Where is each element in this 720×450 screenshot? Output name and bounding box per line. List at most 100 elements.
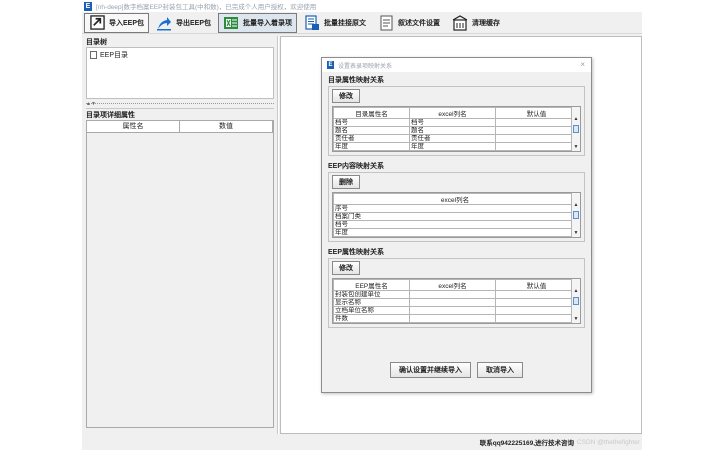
catalog-tree[interactable]: EEP目录 — [86, 47, 274, 99]
table-cell[interactable]: 题名 — [409, 126, 496, 135]
table-row[interactable]: 显示名称 — [333, 298, 578, 307]
detail-column-value[interactable]: 数值 — [180, 121, 273, 132]
table-cell[interactable]: 件数 — [333, 314, 410, 323]
eep-content-mapping-table[interactable]: excel列名 序号 档案门类 档号 年度 ▲ ▼ — [332, 192, 581, 238]
panel-splitter[interactable]: ▲▼ — [86, 101, 274, 109]
table-row[interactable]: 封装包创建单位 — [333, 290, 578, 299]
describe-settings-button[interactable]: 叙述文件设置 — [373, 13, 445, 33]
detail-column-name[interactable]: 属性名 — [87, 121, 180, 132]
section-title: EEP属性映射关系 — [328, 249, 385, 256]
batch-import-button[interactable]: 批量导入着录项 — [218, 12, 298, 33]
vertical-divider[interactable] — [277, 36, 279, 434]
table-row[interactable]: 档案门类 — [333, 212, 577, 221]
table-cell[interactable]: 封装包创建单位 — [333, 290, 410, 299]
table-cell[interactable] — [495, 298, 578, 307]
table-row[interactable]: 序号 — [333, 204, 577, 213]
export-eep-button[interactable]: 导出EEP包 — [151, 13, 216, 33]
table-header-row: 目录属性名 excel列名 默认值 — [333, 107, 578, 119]
column-header[interactable]: 默认值 — [495, 107, 578, 119]
table-row[interactable]: 件数 — [333, 314, 578, 323]
describe-settings-label: 叙述文件设置 — [398, 19, 441, 27]
scroll-up-icon[interactable]: ▲ — [572, 201, 580, 209]
clear-cache-button[interactable]: 清理缓存 — [447, 13, 505, 33]
scroll-up-icon[interactable]: ▲ — [572, 287, 580, 295]
table-row[interactable]: 档号 档号 — [333, 118, 578, 127]
table-cell[interactable] — [495, 142, 578, 151]
section-frame: 修改 目录属性名 excel列名 默认值 档号 档号 题名 题名 责任者 责任者 年度… — [328, 86, 585, 156]
table-cell[interactable]: 责任者 — [409, 134, 496, 143]
column-header[interactable]: excel列名 — [409, 279, 496, 291]
detail-table-header: 属性名 数值 — [87, 121, 273, 133]
table-cell[interactable]: 档号 — [409, 118, 496, 127]
column-header[interactable]: EEP属性名 — [333, 279, 410, 291]
eep-content-mapping-section: EEP内容映射关系 删除 excel列名 序号 档案门类 档号 年度 ▲ ▼ — [328, 162, 585, 242]
column-header[interactable]: excel列名 — [333, 193, 577, 205]
detail-label: 目录项详细属性 — [86, 112, 135, 119]
contact-text: 联系qq942225169,进行技术咨询 — [479, 440, 575, 447]
table-cell[interactable]: 题名 — [333, 126, 410, 135]
table-cell[interactable] — [495, 290, 578, 299]
table-cell[interactable] — [495, 134, 578, 143]
table-cell[interactable] — [495, 314, 578, 323]
scroll-down-icon[interactable]: ▼ — [572, 315, 580, 323]
file-icon — [90, 51, 97, 59]
batch-mount-button[interactable]: 批量挂接原文 — [299, 13, 371, 33]
table-row[interactable]: 年度 — [333, 228, 577, 237]
scroll-down-icon[interactable]: ▼ — [572, 229, 580, 237]
section-frame: 修改 EEP属性名 excel列名 默认值 封装包创建单位 显示名称 立档单位名… — [328, 258, 585, 328]
table-cell[interactable] — [495, 306, 578, 315]
table-cell[interactable] — [409, 290, 496, 299]
scroll-thumb[interactable] — [573, 125, 579, 133]
table-cell[interactable]: 年度 — [409, 142, 496, 151]
detail-table[interactable]: 属性名 数值 — [86, 120, 274, 428]
table-row[interactable]: 题名 题名 — [333, 126, 578, 135]
export-eep-label: 导出EEP包 — [176, 19, 212, 27]
table-cell[interactable]: 档号 — [333, 118, 410, 127]
table-cell[interactable]: 档号 — [333, 220, 577, 229]
scroll-thumb[interactable] — [573, 297, 579, 305]
table-scrollbar[interactable]: ▲ ▼ — [571, 193, 580, 237]
table-row[interactable]: 档号 — [333, 220, 577, 229]
table-cell[interactable] — [495, 126, 578, 135]
dialog-title-bar: E 设置表录项映射关系 × — [322, 58, 591, 72]
table-cell[interactable]: 年度 — [333, 142, 410, 151]
section-title: 目录属性映射关系 — [328, 77, 384, 84]
column-header[interactable]: 默认值 — [495, 279, 578, 291]
table-row[interactable]: 立档单位名称 — [333, 306, 578, 315]
scroll-thumb[interactable] — [573, 211, 579, 219]
scroll-up-icon[interactable]: ▲ — [572, 115, 580, 123]
catalog-mapping-table[interactable]: 目录属性名 excel列名 默认值 档号 档号 题名 题名 责任者 责任者 年度 年度 … — [332, 106, 581, 152]
splitter-arrows-icon: ▲▼ — [86, 101, 96, 107]
table-cell[interactable]: 档案门类 — [333, 212, 577, 221]
table-scrollbar[interactable]: ▲ ▼ — [571, 279, 580, 323]
table-scrollbar[interactable]: ▲ ▼ — [571, 107, 580, 151]
table-cell[interactable]: 立档单位名称 — [333, 306, 410, 315]
export-arrow-icon — [156, 15, 172, 31]
tree-item[interactable]: EEP目录 — [90, 50, 270, 60]
delete-button[interactable]: 删除 — [332, 175, 360, 189]
close-icon[interactable]: × — [580, 60, 585, 69]
edit-button[interactable]: 修改 — [332, 261, 360, 275]
table-cell[interactable]: 责任者 — [333, 134, 410, 143]
table-cell[interactable] — [409, 306, 496, 315]
confirm-button[interactable]: 确认设置并继续导入 — [390, 362, 471, 378]
column-header[interactable]: excel列名 — [409, 107, 496, 119]
table-row[interactable]: 年度 年度 — [333, 142, 578, 151]
table-cell[interactable]: 序号 — [333, 204, 577, 213]
mapping-dialog: E 设置表录项映射关系 × 目录属性映射关系 修改 目录属性名 excel列名 … — [321, 57, 592, 393]
import-eep-button[interactable]: 导入EEP包 — [84, 12, 150, 33]
table-cell[interactable] — [409, 314, 496, 323]
scroll-down-icon[interactable]: ▼ — [572, 143, 580, 151]
table-row[interactable]: 责任者 责任者 — [333, 134, 578, 143]
edit-button[interactable]: 修改 — [332, 89, 360, 103]
table-cell[interactable] — [495, 118, 578, 127]
eep-attribute-mapping-table[interactable]: EEP属性名 excel列名 默认值 封装包创建单位 显示名称 立档单位名称 件… — [332, 278, 581, 324]
catalog-mapping-section: 目录属性映射关系 修改 目录属性名 excel列名 默认值 档号 档号 题名 题名 … — [328, 76, 585, 156]
column-header[interactable]: 目录属性名 — [333, 107, 410, 119]
dialog-logo-icon: E — [327, 61, 334, 69]
table-cell[interactable]: 年度 — [333, 228, 577, 237]
table-cell[interactable] — [409, 298, 496, 307]
table-cell[interactable]: 显示名称 — [333, 298, 410, 307]
window-title: [nh-deep]数字档案EEP封装包工具(中和数)，已完成个人用户授权，欢迎使… — [96, 4, 317, 11]
cancel-button[interactable]: 取消导入 — [477, 362, 523, 378]
